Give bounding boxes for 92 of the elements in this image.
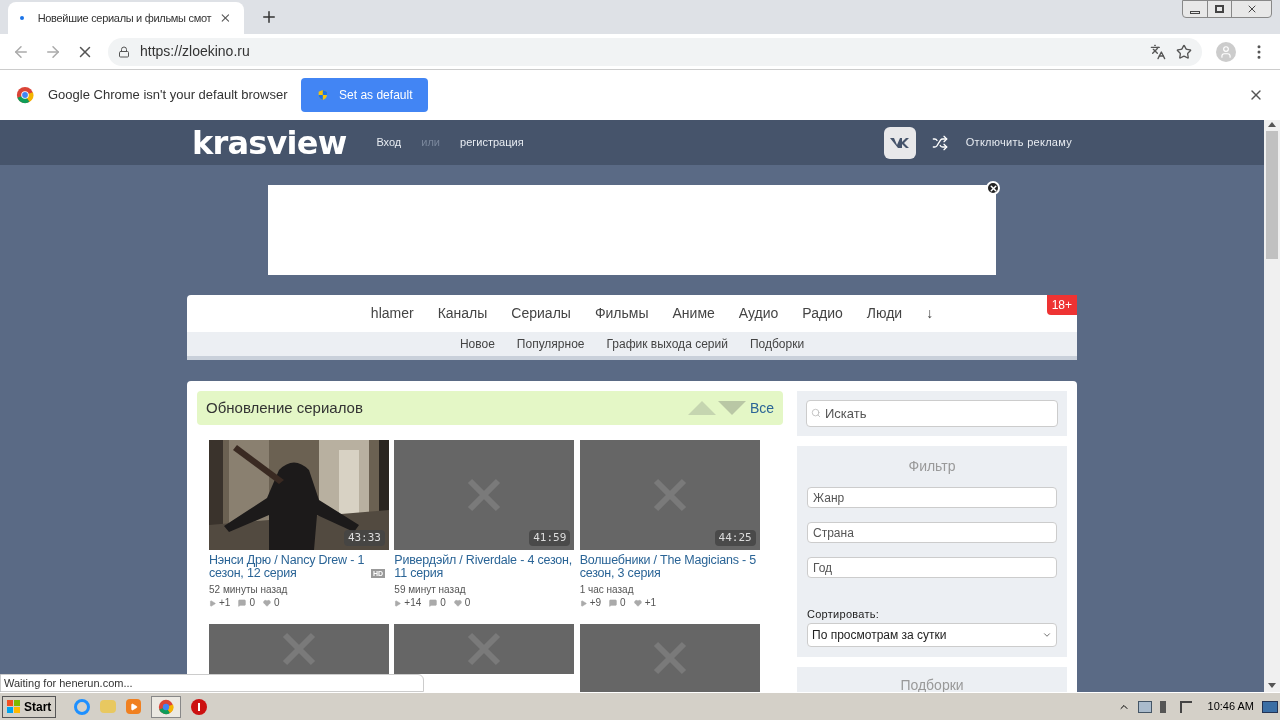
video-title-link[interactable]: Ривердэйл / Riverdale - 4 сезон, 11 серия bbox=[394, 554, 575, 580]
search-icon bbox=[811, 408, 821, 418]
all-link[interactable]: Все bbox=[749, 397, 774, 419]
duration-badge: 41:59 bbox=[529, 530, 571, 546]
nav-link[interactable]: Люди bbox=[866, 303, 903, 324]
infobar-message: Google Chrome isn't your default browser bbox=[48, 86, 288, 105]
views-count: +14 bbox=[404, 597, 422, 609]
site-logo[interactable]: krasview bbox=[192, 126, 347, 159]
status-bubble: Waiting for henerun.com... bbox=[0, 674, 424, 692]
video-thumbnail[interactable]: 43:33 bbox=[209, 440, 389, 550]
likes-count: 0 bbox=[464, 597, 471, 609]
subnav-link[interactable]: Новое bbox=[459, 335, 495, 353]
loading-icon bbox=[20, 16, 24, 20]
sort-label: Сортировать: bbox=[807, 607, 881, 622]
shuffle-icon[interactable] bbox=[931, 134, 948, 151]
filter-field[interactable]: Жанр bbox=[807, 487, 1057, 508]
collections-title: Подборки bbox=[900, 675, 964, 692]
video-title-link[interactable]: Нэнси Дрю / Nancy Drew - 1 сезон, 12 серия bbox=[209, 554, 369, 580]
likes-count: 0 bbox=[273, 597, 280, 609]
media-player-icon[interactable] bbox=[126, 699, 142, 714]
nav-link[interactable]: Каналы bbox=[437, 303, 488, 324]
video-thumbnail[interactable]: 41:59 bbox=[394, 440, 575, 550]
bookmark-star-icon[interactable] bbox=[1176, 43, 1192, 60]
browser-tab[interactable]: Новейшие сериалы и фильмы смот bbox=[8, 2, 244, 34]
video-title-link[interactable]: Волшебники / The Magicians - 5 сезон, 3 серия bbox=[579, 554, 760, 580]
register-link[interactable]: регистрация bbox=[460, 134, 524, 151]
scrollbar[interactable] bbox=[1264, 120, 1280, 692]
upload-time: 1 час назад bbox=[579, 584, 635, 596]
scroll-down-arrow-icon[interactable] bbox=[1268, 683, 1276, 688]
video-thumbnail[interactable]: 44:25 bbox=[579, 440, 760, 550]
subnav-link[interactable]: Популярное bbox=[516, 335, 585, 353]
start-button[interactable]: Start bbox=[2, 695, 57, 718]
nav-link[interactable]: Радио bbox=[802, 303, 843, 324]
new-tab-icon[interactable] bbox=[260, 8, 278, 26]
disable-ads-link[interactable]: Отключить рекламу bbox=[965, 134, 1072, 151]
sort-dropdown[interactable]: По просмотрам за сутки bbox=[807, 622, 1057, 647]
login-link[interactable]: Вход bbox=[376, 134, 402, 151]
scrollbar-thumb[interactable] bbox=[1266, 131, 1278, 259]
duration-badge: 43:33 bbox=[343, 530, 385, 546]
chrome-taskbar-button[interactable] bbox=[151, 695, 182, 718]
duration-badge: 44:25 bbox=[714, 530, 756, 546]
views-count: +9 bbox=[589, 597, 602, 609]
comments-count: 0 bbox=[440, 597, 446, 609]
heart-icon bbox=[633, 599, 642, 607]
upload-time: 52 минуты назад bbox=[209, 584, 289, 596]
filter-field[interactable]: Год bbox=[807, 557, 1057, 578]
play-icon bbox=[579, 599, 587, 607]
set-default-button[interactable]: Set as default bbox=[301, 78, 429, 112]
windows-logo-icon bbox=[7, 699, 21, 714]
network-icon[interactable] bbox=[1137, 700, 1152, 713]
filter-field[interactable]: Страна bbox=[807, 522, 1057, 543]
lock-icon bbox=[118, 45, 130, 58]
url-text: https://zloekino.ru bbox=[140, 42, 250, 61]
heart-icon bbox=[262, 599, 271, 607]
vk-logo-icon[interactable] bbox=[883, 126, 916, 159]
chrome-logo-icon bbox=[16, 86, 34, 104]
subnav-link[interactable]: Подборки bbox=[749, 335, 805, 353]
section-title: Обновление сериалов bbox=[206, 397, 363, 418]
comment-icon bbox=[429, 599, 438, 607]
subnav-link[interactable]: График выхода серий bbox=[606, 335, 728, 353]
comment-icon bbox=[609, 599, 618, 607]
views-count: +1 bbox=[219, 597, 231, 609]
filter-title: Фильтр bbox=[907, 457, 957, 476]
likes-count: +1 bbox=[644, 597, 657, 609]
nav-link[interactable]: Сериалы bbox=[511, 303, 571, 324]
tab-title: Новейшие сериалы и фильмы смот bbox=[37, 10, 212, 26]
play-icon bbox=[394, 599, 402, 607]
shield-icon bbox=[317, 88, 330, 102]
show-desktop-icon[interactable] bbox=[1262, 700, 1278, 713]
age-rating-badge: 18+ bbox=[1046, 295, 1077, 315]
address-bar[interactable]: https://zloekino.ru bbox=[108, 37, 1202, 66]
play-icon bbox=[209, 599, 216, 607]
heart-icon bbox=[453, 599, 462, 607]
scroll-up-arrow-icon[interactable] bbox=[1268, 122, 1276, 127]
nav-link[interactable]: Аниме bbox=[672, 303, 715, 324]
clock-time: 10:46 AM bbox=[1207, 699, 1254, 715]
nav-link[interactable]: ↓ bbox=[926, 303, 934, 324]
nav-link[interactable]: hlamer bbox=[370, 303, 414, 324]
translate-icon[interactable] bbox=[1150, 43, 1166, 60]
nav-link[interactable]: Фильмы bbox=[594, 303, 649, 324]
video-thumbnail[interactable] bbox=[579, 624, 760, 692]
stop-sign-icon[interactable] bbox=[191, 698, 208, 715]
comments-count: 0 bbox=[249, 597, 255, 609]
upload-time: 59 минут назад bbox=[394, 584, 467, 596]
comments-count: 0 bbox=[620, 597, 626, 609]
ad-close-icon[interactable] bbox=[986, 181, 1000, 195]
search-field[interactable]: Искать bbox=[806, 400, 1058, 427]
video-thumbnail[interactable] bbox=[209, 624, 389, 674]
comment-icon bbox=[238, 599, 247, 607]
video-thumbnail[interactable] bbox=[394, 624, 575, 674]
nav-link[interactable]: Аудио bbox=[738, 303, 779, 324]
close-icon[interactable] bbox=[219, 11, 232, 25]
